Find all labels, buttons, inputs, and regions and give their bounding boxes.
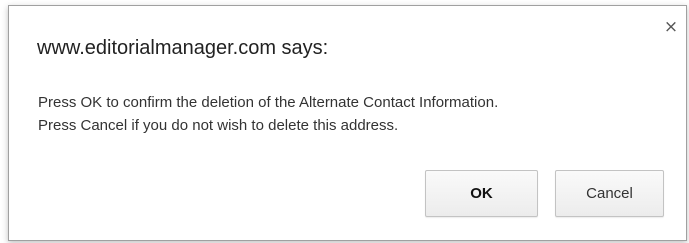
dialog-message: Press OK to confirm the deletion of the … <box>38 91 498 137</box>
message-line-1: Press OK to confirm the deletion of the … <box>38 94 499 111</box>
cancel-button[interactable]: Cancel <box>555 170 664 217</box>
ok-button[interactable]: OK <box>425 170 538 217</box>
message-line-2: Press Cancel if you do not wish to delet… <box>38 117 399 134</box>
dialog-title: www.editorialmanager.com says: <box>37 37 329 59</box>
close-icon[interactable]: × <box>662 18 680 36</box>
confirm-dialog: × www.editorialmanager.com says: Press O… <box>8 5 687 241</box>
